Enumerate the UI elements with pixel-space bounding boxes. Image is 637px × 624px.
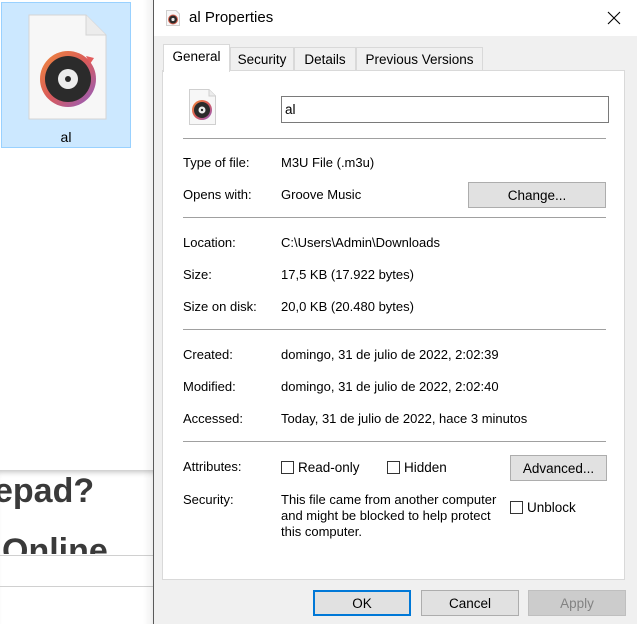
accessed-label: Accessed: [183, 411, 243, 426]
modified-value: domingo, 31 de julio de 2022, 2:02:40 [281, 379, 499, 394]
background-webpage: epad? Online [0, 470, 153, 624]
size-label: Size: [183, 267, 212, 282]
file-item-selected[interactable]: al [1, 2, 131, 148]
size-on-disk-label: Size on disk: [183, 299, 257, 314]
created-label: Created: [183, 347, 233, 362]
dialog-title: al Properties [189, 9, 274, 26]
close-icon [607, 11, 621, 25]
security-message: This file came from another computer and… [281, 492, 497, 539]
tab-details[interactable]: Details [294, 47, 356, 71]
file-name-label: al [60, 129, 72, 145]
accessed-value: Today, 31 de julio de 2022, hace 3 minut… [281, 411, 528, 426]
cancel-button[interactable]: Cancel [421, 590, 519, 616]
webpage-subheading: Online [2, 532, 108, 554]
apply-button[interactable]: Apply [528, 590, 626, 616]
divider [183, 217, 606, 218]
unblock-checkbox[interactable]: Unblock [510, 500, 576, 515]
checkbox-box[interactable] [281, 461, 294, 474]
ok-button[interactable]: OK [313, 590, 411, 616]
general-tab-panel: Type of file: M3U File (.m3u) Opens with… [162, 70, 625, 580]
security-label: Security: [183, 492, 234, 507]
tab-previous-versions[interactable]: Previous Versions [356, 47, 483, 71]
checkbox-box[interactable] [387, 461, 400, 474]
read-only-checkbox[interactable]: Read-only [281, 460, 360, 475]
divider [0, 555, 153, 556]
opens-with-label: Opens with: [183, 187, 252, 202]
unblock-label: Unblock [527, 500, 576, 515]
divider [183, 441, 606, 442]
window-shadow [143, 0, 153, 624]
close-button[interactable] [591, 0, 637, 36]
tab-security[interactable]: Security [230, 47, 294, 71]
file-explorer-pane: al [0, 0, 153, 470]
tab-general[interactable]: General [163, 44, 230, 72]
type-of-file-label: Type of file: [183, 155, 250, 170]
hidden-checkbox[interactable]: Hidden [387, 460, 447, 475]
title-bar[interactable]: al Properties [154, 0, 637, 36]
divider [0, 586, 153, 587]
size-value: 17,5 KB (17.922 bytes) [281, 267, 414, 282]
groove-music-file-icon [166, 10, 180, 26]
location-value: C:\Users\Admin\Downloads [281, 235, 440, 250]
divider [183, 138, 606, 139]
properties-dialog: al Properties General Security Details P… [153, 0, 637, 624]
checkbox-box[interactable] [510, 501, 523, 514]
size-on-disk-value: 20,0 KB (20.480 bytes) [281, 299, 414, 314]
attributes-label: Attributes: [183, 459, 242, 474]
webpage-subheading-clip: Online [0, 532, 153, 554]
modified-label: Modified: [183, 379, 236, 394]
created-value: domingo, 31 de julio de 2022, 2:02:39 [281, 347, 499, 362]
webpage-heading: epad? [0, 472, 95, 510]
location-label: Location: [183, 235, 236, 250]
opens-with-value: Groove Music [281, 187, 362, 202]
change-button[interactable]: Change... [468, 182, 606, 208]
groove-music-playlist-file-icon [28, 14, 107, 120]
groove-music-file-icon [189, 89, 216, 125]
divider [183, 329, 606, 330]
hidden-label: Hidden [404, 460, 447, 475]
advanced-button[interactable]: Advanced... [510, 455, 607, 481]
read-only-label: Read-only [298, 460, 360, 475]
file-name-input[interactable] [281, 96, 609, 123]
type-of-file-value: M3U File (.m3u) [281, 155, 375, 170]
